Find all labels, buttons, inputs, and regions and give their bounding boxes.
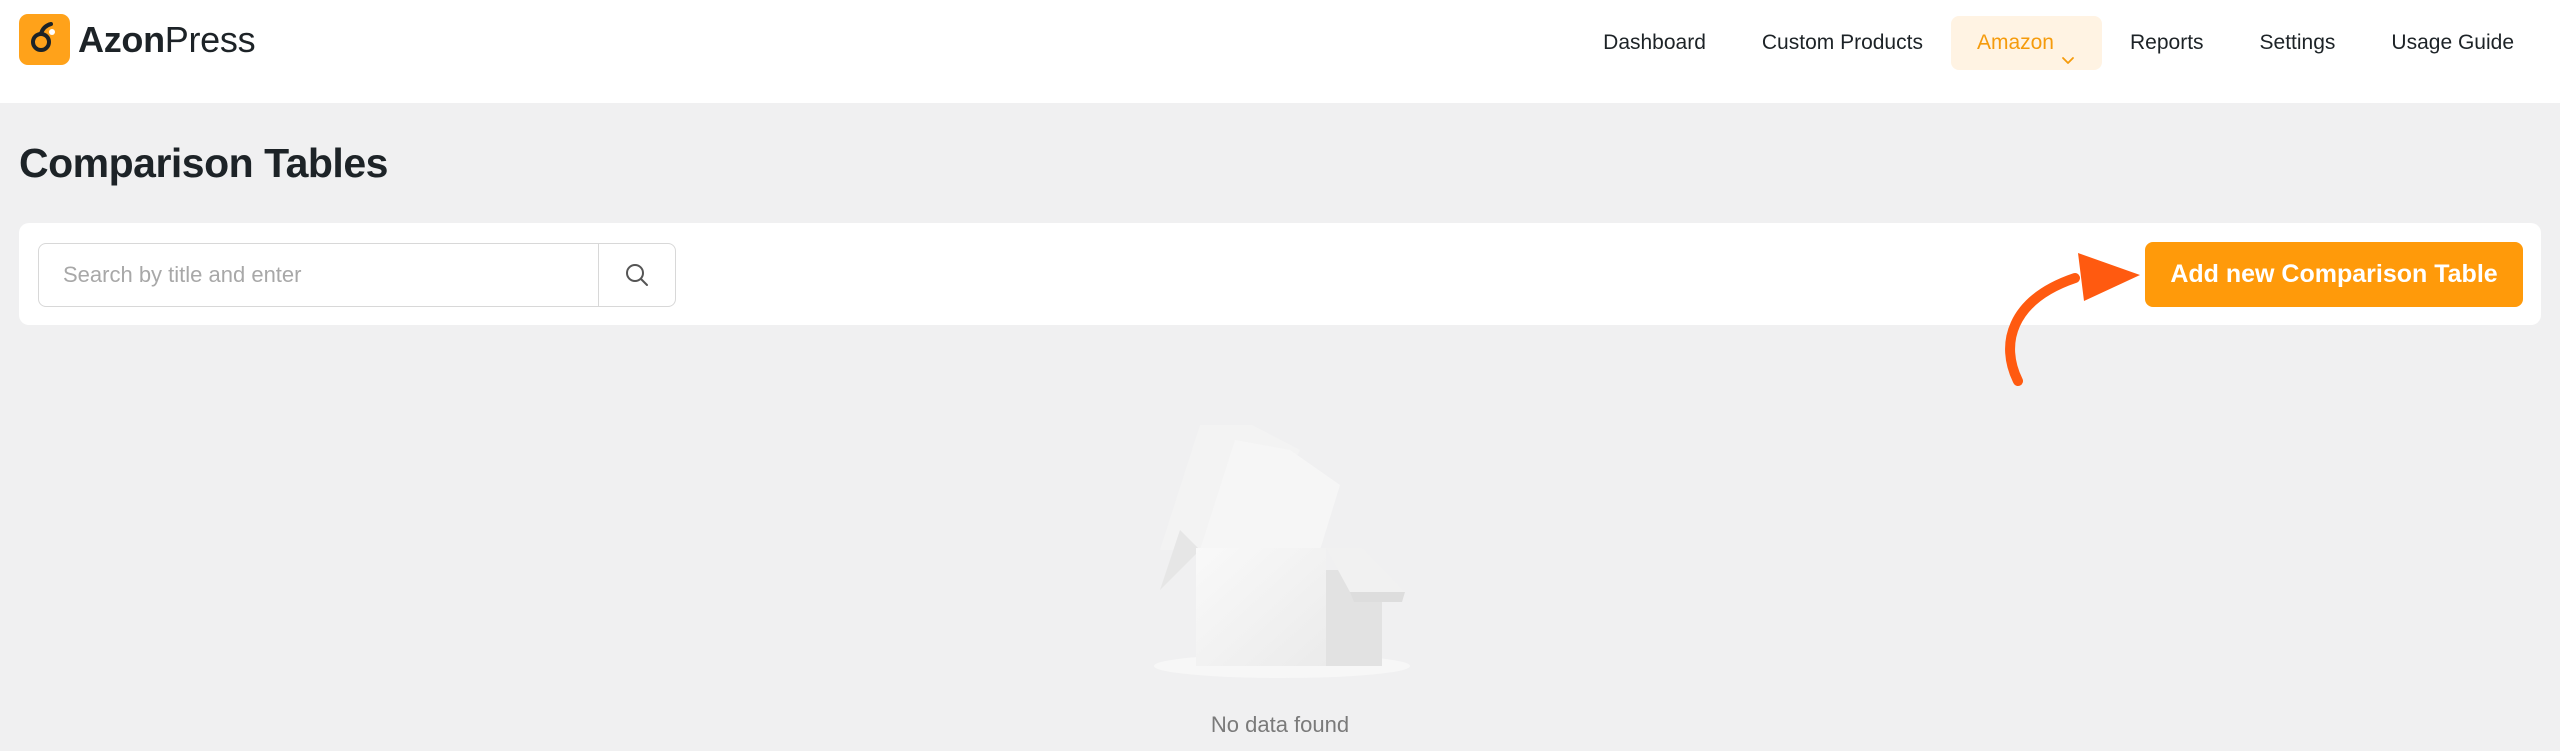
nav-item-custom-products[interactable]: Custom Products [1734, 16, 1951, 70]
search-input[interactable] [39, 244, 599, 306]
brand-logo[interactable]: AzonPress [19, 14, 256, 65]
nav-item-usage-guide[interactable]: Usage Guide [2363, 16, 2542, 70]
chevron-down-icon [2060, 35, 2076, 64]
search-button[interactable] [599, 244, 675, 306]
nav-item-amazon[interactable]: Amazon [1950, 16, 2102, 70]
nav-item-dashboard[interactable]: Dashboard [1575, 16, 1734, 70]
brand-name-light: Press [164, 19, 256, 60]
brand-name-bold: Azon [78, 19, 165, 60]
empty-box-illustration [1154, 425, 1410, 678]
table-toolbar: Add new Comparison Table [19, 223, 2541, 325]
brand-name: AzonPress [78, 14, 256, 65]
top-navigation-bar: AzonPress Dashboard Custom Products Amaz… [0, 0, 2560, 103]
main-nav: Dashboard Custom Products Amazon Reports… [1575, 16, 2542, 70]
add-comparison-table-button[interactable]: Add new Comparison Table [2145, 242, 2523, 307]
search-icon [626, 264, 648, 286]
page-title: Comparison Tables [19, 140, 388, 186]
nav-item-reports[interactable]: Reports [2102, 16, 2232, 70]
azonpress-logo-icon [19, 14, 70, 65]
nav-item-amazon-label: Amazon [1976, 31, 2054, 54]
search-box [38, 243, 676, 307]
nav-item-settings[interactable]: Settings [2232, 16, 2364, 70]
curved-arrow-icon [2005, 253, 2140, 386]
empty-state-message: No data found [1210, 712, 1350, 737]
